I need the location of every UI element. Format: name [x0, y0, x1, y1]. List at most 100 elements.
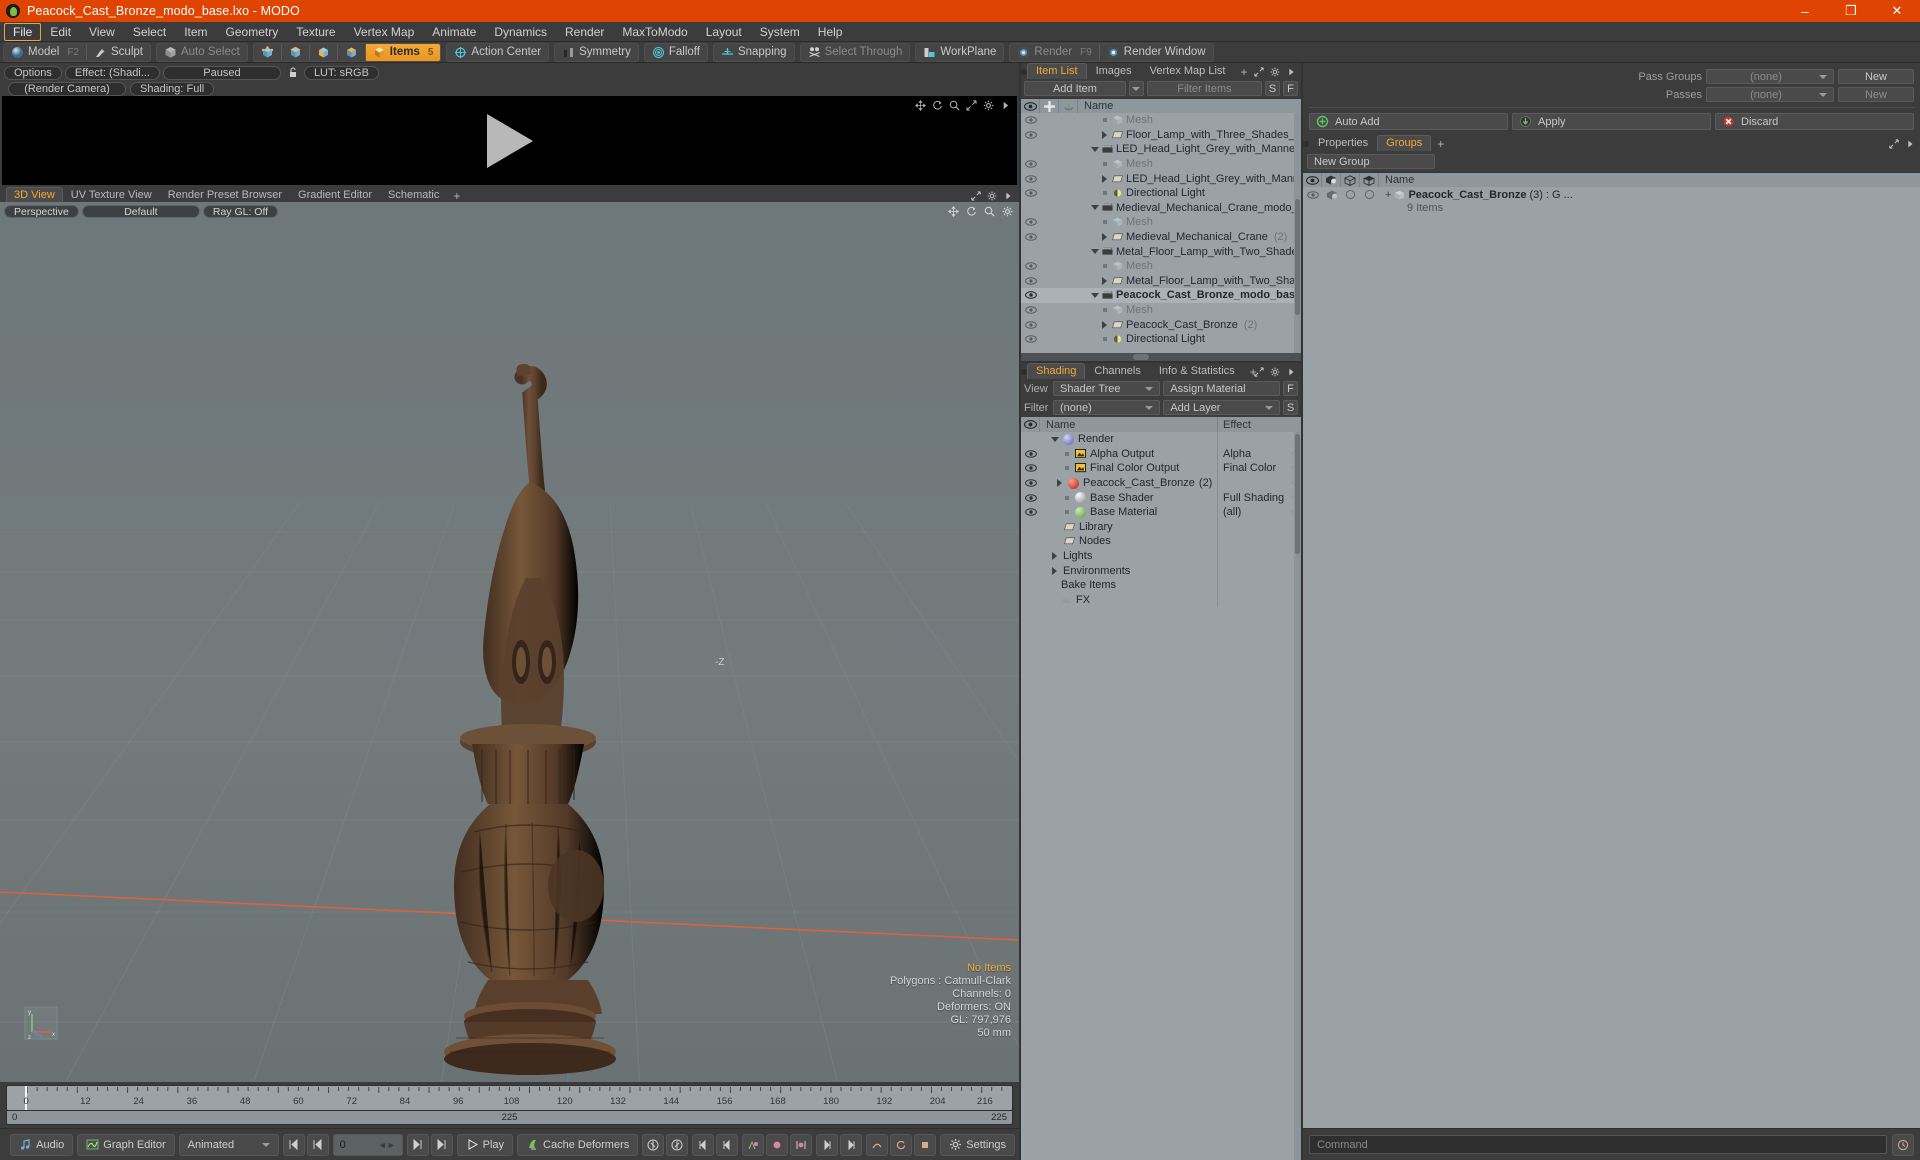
- polygon-mode-button[interactable]: [310, 44, 337, 61]
- action-center-button[interactable]: Action Center: [447, 44, 548, 61]
- tab-properties[interactable]: Properties: [1309, 135, 1377, 151]
- previous-key-alt-button[interactable]: [716, 1133, 739, 1156]
- menu-item-vertex-map[interactable]: Vertex Map: [345, 23, 424, 41]
- timeline-ruler[interactable]: 0 12 24 36 48 60 72 84 96 108 120 132 14…: [6, 1085, 1013, 1111]
- gear-icon[interactable]: [1270, 67, 1280, 77]
- table-row[interactable]: Mesh: [1021, 303, 1301, 318]
- row-visibility-toggle[interactable]: [1021, 233, 1040, 241]
- table-row[interactable]: + Peacock_Cast_Bronze (3) : G ... 9 Item…: [1303, 187, 1920, 215]
- render-canvas[interactable]: [2, 96, 1017, 185]
- row-twirl[interactable]: [1062, 464, 1071, 473]
- expand-icon[interactable]: [971, 191, 981, 201]
- previous-key-button[interactable]: [692, 1133, 715, 1156]
- row-twirl[interactable]: [1100, 262, 1109, 271]
- render-options-button[interactable]: Options: [4, 65, 62, 80]
- sculpt-mode-button[interactable]: Sculpt: [87, 44, 150, 61]
- render-window-button[interactable]: Render Window: [1100, 44, 1213, 61]
- tab-shading[interactable]: Shading: [1027, 363, 1086, 379]
- apply-button[interactable]: Apply: [1512, 113, 1711, 130]
- symmetry-button[interactable]: Symmetry: [555, 44, 638, 61]
- jump-key-end-button[interactable]: [840, 1133, 863, 1156]
- add-item-button[interactable]: Add Item: [1024, 81, 1126, 96]
- menu-item-texture[interactable]: Texture: [287, 23, 344, 41]
- table-row[interactable]: Render: [1021, 432, 1301, 447]
- table-row[interactable]: LED_Head_Light_Grey_with_Mannequ...: [1021, 171, 1301, 186]
- pan-icon[interactable]: [915, 100, 926, 111]
- row-visibility-toggle[interactable]: [1021, 320, 1040, 329]
- chevron-right-icon[interactable]: [1003, 191, 1013, 201]
- graph-editor-button[interactable]: Graph Editor: [77, 1133, 175, 1156]
- gear-icon[interactable]: [1270, 367, 1280, 377]
- render-shading-dropdown[interactable]: Shading: Full: [130, 81, 215, 96]
- passes-dropdown[interactable]: (none): [1706, 87, 1834, 102]
- jump-key-forward-button[interactable]: [816, 1133, 839, 1156]
- row-visibility-toggle[interactable]: [1021, 450, 1040, 458]
- auto-select-button[interactable]: Auto Select: [157, 44, 247, 61]
- go-to-start-button[interactable]: [282, 1133, 305, 1156]
- row-effect[interactable]: (all): [1217, 504, 1301, 520]
- row-twirl[interactable]: [1100, 218, 1109, 227]
- table-row[interactable]: Medieval_Mechanical_Crane_modo_bas ...: [1021, 201, 1301, 216]
- gear-icon[interactable]: [987, 191, 997, 201]
- table-row[interactable]: Mesh: [1021, 215, 1301, 230]
- go-to-end-button[interactable]: [430, 1133, 453, 1156]
- tab-render-preset-browser[interactable]: Render Preset Browser: [160, 187, 290, 202]
- row-visibility-toggle[interactable]: [1021, 160, 1040, 168]
- filter-f-button[interactable]: F: [1283, 81, 1298, 96]
- row-twirl[interactable]: [1100, 174, 1109, 183]
- pass-groups-new-button[interactable]: New: [1838, 69, 1914, 84]
- row-visibility-toggle[interactable]: [1021, 291, 1040, 300]
- rotate-icon[interactable]: [966, 206, 977, 217]
- gear-icon[interactable]: [983, 100, 994, 111]
- row-visibility-toggle[interactable]: [1021, 189, 1040, 198]
- deformer-enable-icon[interactable]: [642, 1133, 665, 1156]
- tab-gradient-editor[interactable]: Gradient Editor: [290, 187, 380, 202]
- row-visibility-toggle[interactable]: [1021, 493, 1040, 502]
- menu-item-file[interactable]: File: [4, 22, 42, 41]
- menu-item-system[interactable]: System: [751, 23, 809, 41]
- table-row[interactable]: Peacock_Cast_Bronze_modo_bas ...: [1021, 288, 1301, 303]
- row-twirl[interactable]: [1100, 116, 1109, 125]
- zoom-icon[interactable]: [949, 100, 960, 111]
- row-visibility-toggle[interactable]: [1021, 335, 1040, 344]
- row-visibility-toggle[interactable]: [1303, 187, 1322, 202]
- row-visibility-toggle[interactable]: [1021, 218, 1040, 227]
- minimize-button[interactable]: –: [1782, 0, 1828, 22]
- material-mode-button[interactable]: [338, 44, 365, 61]
- command-history-button[interactable]: [1892, 1133, 1914, 1156]
- render-effect-dropdown[interactable]: Effect: (Shadi...: [64, 65, 160, 80]
- table-row[interactable]: Peacock_Cast_Bronze(2)…: [1021, 475, 1301, 491]
- add-item-dropdown-button[interactable]: [1128, 81, 1144, 96]
- add-key-icon[interactable]: [742, 1133, 765, 1156]
- select-through-button[interactable]: Select Through: [801, 44, 910, 61]
- render-status-button[interactable]: Paused: [162, 65, 281, 80]
- play-button[interactable]: Play: [456, 1133, 514, 1156]
- expand-icon[interactable]: [1254, 367, 1264, 377]
- expand-icon[interactable]: [1254, 67, 1264, 77]
- timeline[interactable]: 0 12 24 36 48 60 72 84 96 108 120 132 14…: [0, 1082, 1019, 1128]
- row-twirl[interactable]: [1055, 479, 1064, 488]
- menu-item-animate[interactable]: Animate: [423, 23, 485, 41]
- groups-tree[interactable]: + Peacock_Cast_Bronze (3) : G ... 9 Item…: [1303, 187, 1920, 1128]
- gear-icon[interactable]: [1002, 206, 1013, 217]
- row-shading-toggle[interactable]: [1322, 187, 1341, 202]
- table-row[interactable]: Metal_Floor_Lamp_with_Two_Shades ...: [1021, 274, 1301, 289]
- expand-icon[interactable]: [966, 100, 977, 111]
- add-item-list-tab-button[interactable]: +: [1234, 66, 1253, 79]
- discard-button[interactable]: Discard: [1715, 113, 1914, 130]
- add-viewport-tab-button[interactable]: +: [447, 190, 466, 202]
- row-twirl[interactable]: [1090, 145, 1099, 154]
- snapping-button[interactable]: Snapping: [714, 44, 794, 61]
- viewport-raygl-dropdown[interactable]: Ray GL: Off: [202, 205, 279, 218]
- row-effect[interactable]: Full Shading: [1217, 490, 1301, 505]
- menu-item-dynamics[interactable]: Dynamics: [485, 23, 556, 41]
- table-row[interactable]: Peacock_Cast_Bronze (2): [1021, 317, 1301, 332]
- row-visibility-toggle[interactable]: [1021, 262, 1040, 271]
- row-twirl[interactable]: [1100, 306, 1109, 315]
- row-twirl[interactable]: [1062, 493, 1071, 502]
- table-row[interactable]: Final Color Output Final Color: [1021, 461, 1301, 476]
- shading-f-button[interactable]: F: [1283, 381, 1298, 396]
- chevron-right-icon[interactable]: [1905, 139, 1915, 149]
- items-mode-button[interactable]: Items 5: [365, 43, 441, 61]
- row-visibility-toggle[interactable]: [1021, 306, 1040, 314]
